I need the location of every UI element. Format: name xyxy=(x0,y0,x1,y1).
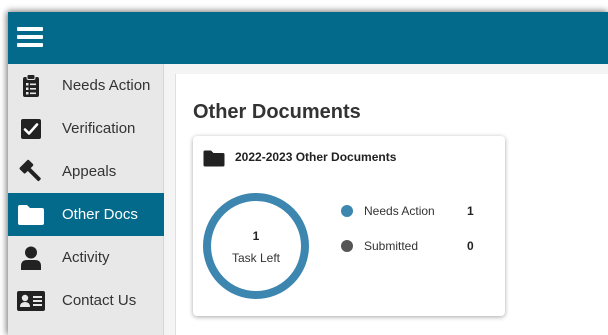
contact-card-icon xyxy=(16,287,46,314)
top-bar xyxy=(8,12,608,64)
needs-action-dot xyxy=(341,205,353,217)
sidebar-item-activity[interactable]: Activity xyxy=(8,236,164,279)
legend-needs-action: Needs Action 1 xyxy=(341,203,491,219)
legend-submitted: Submitted 0 xyxy=(341,238,491,254)
sidebar-item-contact-us[interactable]: Contact Us xyxy=(8,279,164,322)
document-card[interactable]: 2022-2023 Other Documents 1 Task Left Ne… xyxy=(193,136,505,316)
sidebar-item-verification[interactable]: Verification xyxy=(8,107,164,150)
tasks-left-ring xyxy=(203,193,309,299)
sidebar-item-label: Appeals xyxy=(62,163,117,180)
app-window: Needs Action Verification Appeals Other … xyxy=(8,12,608,335)
sidebar-item-label: Activity xyxy=(62,249,110,266)
main-content: Other Documents 2022-2023 Other Document… xyxy=(175,74,608,335)
tasks-left-count: 1 xyxy=(252,229,260,243)
gavel-icon xyxy=(16,158,46,185)
tasks-left-label: Task Left xyxy=(231,251,281,265)
legend-value: 1 xyxy=(467,204,474,218)
folder-icon xyxy=(16,201,46,228)
legend-label: Needs Action xyxy=(364,204,435,218)
sidebar-item-label: Needs Action xyxy=(62,77,151,94)
sidebar-item-label: Contact Us xyxy=(62,292,137,309)
sidebar-item-needs-action[interactable]: Needs Action xyxy=(8,64,164,107)
sidebar: Needs Action Verification Appeals Other … xyxy=(8,64,164,335)
submitted-dot xyxy=(341,240,353,252)
sidebar-item-label: Other Docs xyxy=(62,206,138,223)
legend-label: Submitted xyxy=(364,239,419,253)
clipboard-icon xyxy=(16,72,46,99)
hamburger-menu-icon[interactable] xyxy=(17,25,43,49)
checkbox-icon xyxy=(16,115,46,142)
folder-icon xyxy=(203,149,225,167)
sidebar-item-other-docs[interactable]: Other Docs xyxy=(8,193,164,236)
legend-value: 0 xyxy=(467,239,474,253)
person-icon xyxy=(16,244,46,271)
page-title: Other Documents xyxy=(193,101,361,123)
sidebar-item-appeals[interactable]: Appeals xyxy=(8,150,164,193)
sidebar-item-label: Verification xyxy=(62,120,136,137)
card-title: 2022-2023 Other Documents xyxy=(235,150,397,164)
